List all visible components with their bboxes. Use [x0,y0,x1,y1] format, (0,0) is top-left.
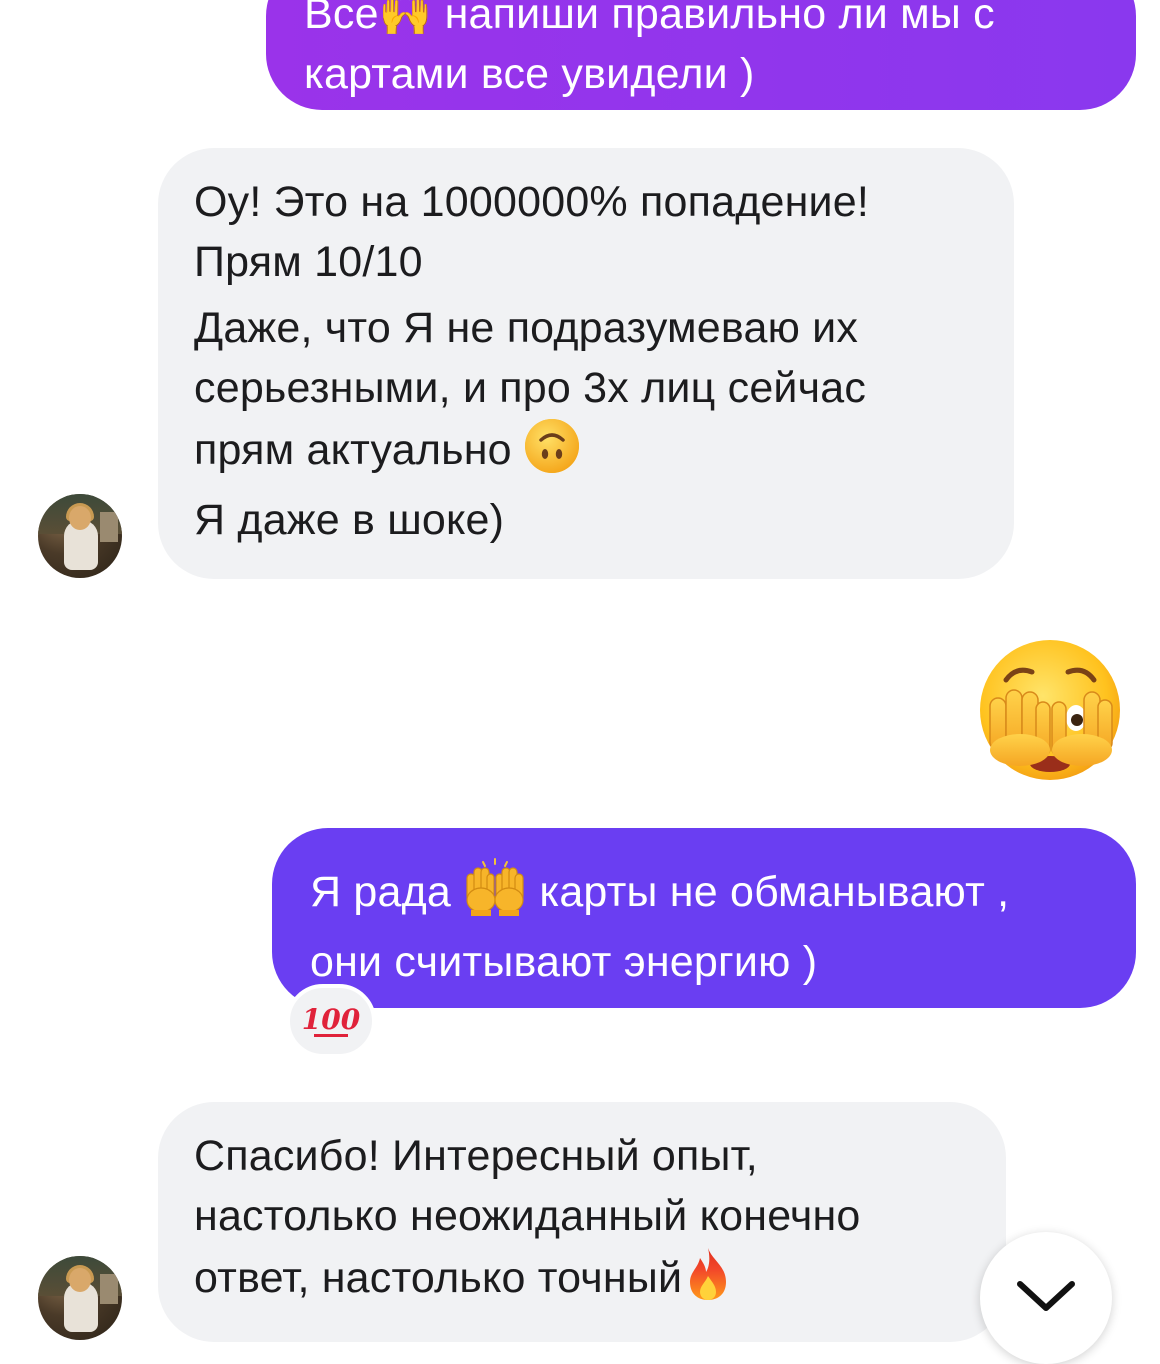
reaction-label: 100 [301,1002,361,1036]
message-text-line-with-emoji: прям актуально [194,418,978,490]
message-text-line: Все🙌 напиши правильно ли мы с [304,0,995,38]
avatar[interactable] [38,494,122,578]
message-text-line: они считывают энергию ) [310,938,818,986]
avatar[interactable] [38,1256,122,1340]
chevron-down-icon [1014,1276,1078,1321]
message-text: Я рада [310,868,452,916]
message-text: прям актуально [194,426,512,474]
fire-icon [682,1246,734,1318]
message-text-line-with-emoji: ответ, настолько точный [194,1246,970,1318]
upside-down-face-icon [524,418,580,490]
face-with-peeking-eye-icon[interactable] [976,636,1124,784]
message-text: карты не обманывают , [539,868,1010,916]
message-incoming[interactable]: Оу! Это на 1000000% попадение! Прям 10/1… [158,148,1014,579]
message-outgoing[interactable]: Я рада карты не обманывают , они считыва… [272,828,1136,1008]
message-text-line: Оу! Это на 1000000% попадение! [194,178,870,226]
hundred-points-icon: 100 [301,1002,361,1037]
reaction-badge[interactable]: 100 [286,984,376,1058]
message-text-line-with-emoji: Я рада карты не обманывают , [310,858,1098,932]
message-text: ответ, настолько точный [194,1254,683,1302]
scroll-to-bottom-button[interactable] [980,1232,1112,1364]
message-text-line: Спасибо! Интересный опыт, [194,1132,758,1180]
message-incoming[interactable]: Спасибо! Интересный опыт, настолько неож… [158,1102,1006,1342]
message-text-line: Я даже в шоке) [194,496,505,544]
message-text-line: картами все увидели ) [304,50,755,98]
message-text-line: настолько неожиданный конечно [194,1192,861,1240]
raising-hands-icon [463,858,527,932]
message-outgoing[interactable]: Все🙌 напиши правильно ли мы с картами вс… [266,0,1136,110]
message-text-line: серьезными, и про 3х лиц сейчас [194,364,867,412]
message-text-line: Даже, что Я не подразумеваю их [194,304,859,352]
message-text-line: Прям 10/10 [194,238,423,286]
